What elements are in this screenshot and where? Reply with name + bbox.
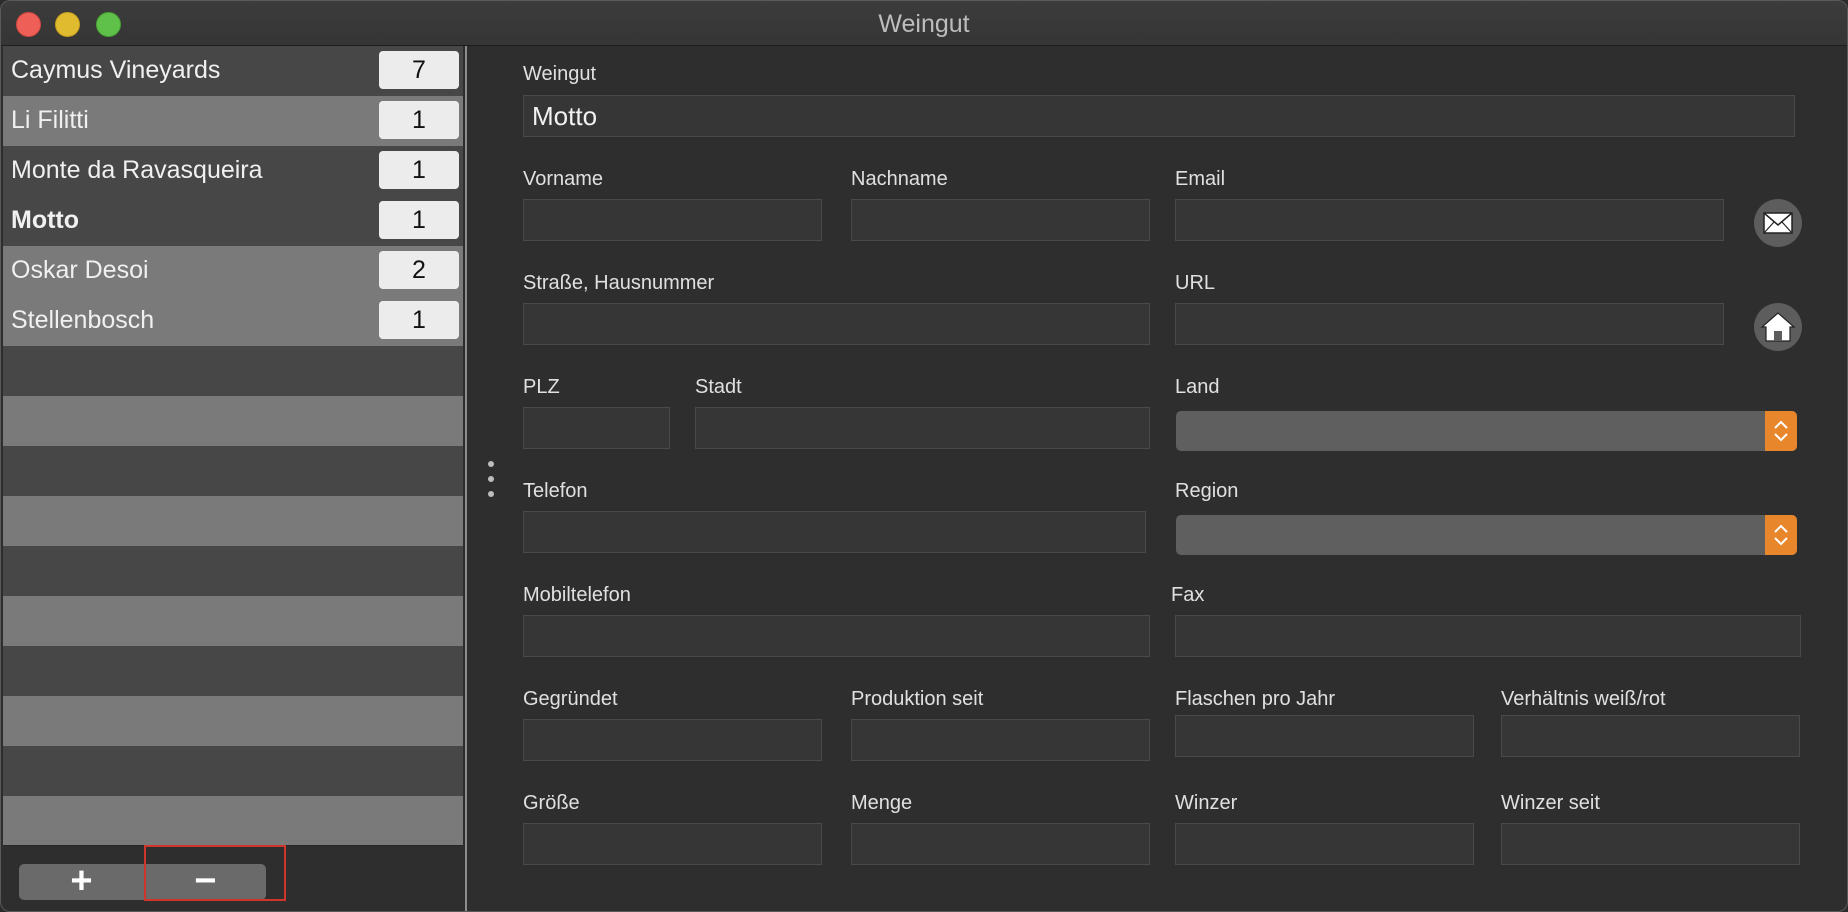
- list-item-count: 1: [379, 301, 459, 339]
- split-handle[interactable]: [488, 461, 494, 501]
- home-icon: [1760, 312, 1796, 342]
- empty-row: [3, 446, 463, 496]
- app-window: Weingut Caymus Vineyards 7 Li Filitti 1 …: [0, 0, 1848, 912]
- plz-field[interactable]: [523, 407, 670, 449]
- menge-field[interactable]: [851, 823, 1150, 865]
- winzer-field[interactable]: [1175, 823, 1474, 865]
- flaschen-pro-jahr-label: Flaschen pro Jahr: [1175, 688, 1336, 710]
- list-item-count: 1: [379, 151, 459, 189]
- empty-row: [3, 546, 463, 596]
- telefon-label: Telefon: [523, 480, 588, 502]
- list-item-selected[interactable]: Motto 1: [3, 196, 463, 246]
- updown-arrows-icon: [1765, 515, 1797, 555]
- list-item-label: Oskar Desoi: [11, 256, 149, 284]
- groesse-field[interactable]: [523, 823, 822, 865]
- list-item[interactable]: Stellenbosch 1: [3, 296, 463, 346]
- mobiltelefon-label: Mobiltelefon: [523, 584, 631, 606]
- mobiltelefon-field[interactable]: [523, 615, 1150, 657]
- list-item-count: 1: [379, 101, 459, 139]
- empty-row: [3, 696, 463, 746]
- empty-row: [3, 396, 463, 446]
- strasse-label: Straße, Hausnummer: [523, 272, 715, 294]
- send-email-button[interactable]: [1754, 199, 1802, 247]
- vorname-label: Vorname: [523, 168, 604, 190]
- list-item-label: Motto: [11, 206, 80, 234]
- window-title: Weingut: [878, 10, 970, 38]
- empty-row: [3, 646, 463, 696]
- winzer-seit-label: Winzer seit: [1501, 792, 1600, 814]
- title-bar: Weingut: [1, 1, 1847, 46]
- split-divider[interactable]: [465, 46, 467, 911]
- open-url-button[interactable]: [1754, 303, 1802, 351]
- envelope-icon: [1763, 212, 1793, 234]
- list-item[interactable]: Monte da Ravasqueira 1: [3, 146, 463, 196]
- winery-list: Caymus Vineyards 7 Li Filitti 1 Monte da…: [3, 46, 463, 845]
- verhaeltnis-label: Verhältnis weiß/rot: [1501, 688, 1666, 710]
- weingut-field[interactable]: Motto: [523, 95, 1795, 137]
- list-item[interactable]: Li Filitti 1: [3, 96, 463, 146]
- land-popup[interactable]: [1176, 411, 1797, 451]
- list-item-count: 7: [379, 51, 459, 89]
- flaschen-pro-jahr-field[interactable]: [1175, 715, 1474, 757]
- winzer-seit-field[interactable]: [1501, 823, 1800, 865]
- vorname-field[interactable]: [523, 199, 822, 241]
- list-item[interactable]: Caymus Vineyards 7: [3, 46, 463, 96]
- list-item-count: 2: [379, 251, 459, 289]
- list-item-label: Monte da Ravasqueira: [11, 156, 263, 184]
- empty-row: [3, 596, 463, 646]
- region-label: Region: [1175, 480, 1239, 502]
- empty-row: [3, 746, 463, 796]
- list-item[interactable]: Oskar Desoi 2: [3, 246, 463, 296]
- email-label: Email: [1175, 168, 1226, 190]
- telefon-field[interactable]: [523, 511, 1146, 553]
- menge-label: Menge: [851, 792, 913, 814]
- groesse-label: Größe: [523, 792, 580, 814]
- plz-label: PLZ: [523, 376, 560, 398]
- list-item-label: Caymus Vineyards: [11, 56, 221, 84]
- gegruendet-label: Gegründet: [523, 688, 618, 710]
- nachname-field[interactable]: [851, 199, 1150, 241]
- add-winery-button[interactable]: +: [19, 862, 145, 900]
- email-field[interactable]: [1175, 199, 1724, 241]
- list-item-label: Stellenbosch: [11, 306, 155, 334]
- empty-row: [3, 796, 463, 845]
- url-label: URL: [1175, 272, 1216, 294]
- land-label: Land: [1175, 376, 1220, 398]
- weingut-label: Weingut: [523, 63, 597, 85]
- updown-arrows-icon: [1765, 411, 1797, 451]
- stadt-label: Stadt: [695, 376, 742, 398]
- strasse-field[interactable]: [523, 303, 1150, 345]
- list-item-label: Li Filitti: [11, 106, 89, 134]
- fax-label: Fax: [1171, 584, 1205, 606]
- stadt-field[interactable]: [695, 407, 1150, 449]
- list-item-count: 1: [379, 201, 459, 239]
- nachname-label: Nachname: [851, 168, 948, 190]
- empty-row: [3, 496, 463, 546]
- empty-row: [3, 346, 463, 396]
- produktion-seit-field[interactable]: [851, 719, 1150, 761]
- region-popup[interactable]: [1176, 515, 1797, 555]
- produktion-seit-label: Produktion seit: [851, 688, 984, 710]
- winzer-label: Winzer: [1175, 792, 1238, 814]
- verhaeltnis-field[interactable]: [1501, 715, 1800, 757]
- gegruendet-field[interactable]: [523, 719, 822, 761]
- url-field[interactable]: [1175, 303, 1724, 345]
- fax-field[interactable]: [1175, 615, 1801, 657]
- highlight-box: [144, 845, 286, 901]
